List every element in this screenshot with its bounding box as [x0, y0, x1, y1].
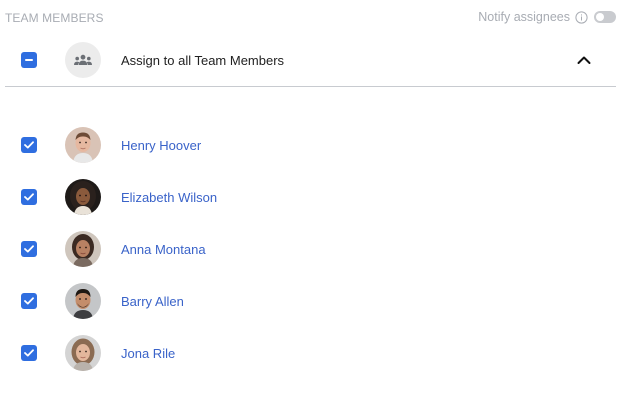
- notify-toggle[interactable]: [594, 11, 616, 23]
- member-name[interactable]: Henry Hoover: [121, 138, 201, 153]
- member-row: Anna Montana: [0, 231, 628, 271]
- chevron-up-icon[interactable]: [576, 52, 592, 68]
- member-checkbox[interactable]: [21, 137, 37, 153]
- member-row: Elizabeth Wilson: [0, 179, 628, 219]
- avatar: [65, 335, 101, 371]
- avatar: [65, 283, 101, 319]
- assign-all-row: Assign to all Team Members: [0, 40, 628, 80]
- member-name[interactable]: Anna Montana: [121, 242, 206, 257]
- member-row: Henry Hoover: [0, 127, 628, 167]
- avatar: [65, 231, 101, 267]
- indeterminate-dash-icon: [25, 59, 33, 61]
- assign-all-checkbox[interactable]: [21, 52, 37, 68]
- notify-assignees: Notify assignees: [478, 10, 616, 24]
- toggle-knob: [596, 13, 604, 21]
- member-name[interactable]: Jona Rile: [121, 346, 175, 361]
- member-name[interactable]: Elizabeth Wilson: [121, 190, 217, 205]
- team-members-title: TEAM MEMBERS: [5, 11, 104, 25]
- notify-assignees-label: Notify assignees: [478, 10, 570, 24]
- assign-all-label: Assign to all Team Members: [121, 53, 285, 68]
- member-row: Jona Rile: [0, 335, 628, 375]
- member-checkbox[interactable]: [21, 293, 37, 309]
- member-checkbox[interactable]: [21, 241, 37, 257]
- member-checkbox[interactable]: [21, 345, 37, 361]
- member-row: Barry Allen: [0, 283, 628, 323]
- group-icon: [65, 42, 101, 78]
- avatar: [65, 127, 101, 163]
- avatar: [65, 179, 101, 215]
- divider: [5, 86, 616, 87]
- member-checkbox[interactable]: [21, 189, 37, 205]
- member-name[interactable]: Barry Allen: [121, 294, 184, 309]
- info-icon[interactable]: [575, 10, 588, 24]
